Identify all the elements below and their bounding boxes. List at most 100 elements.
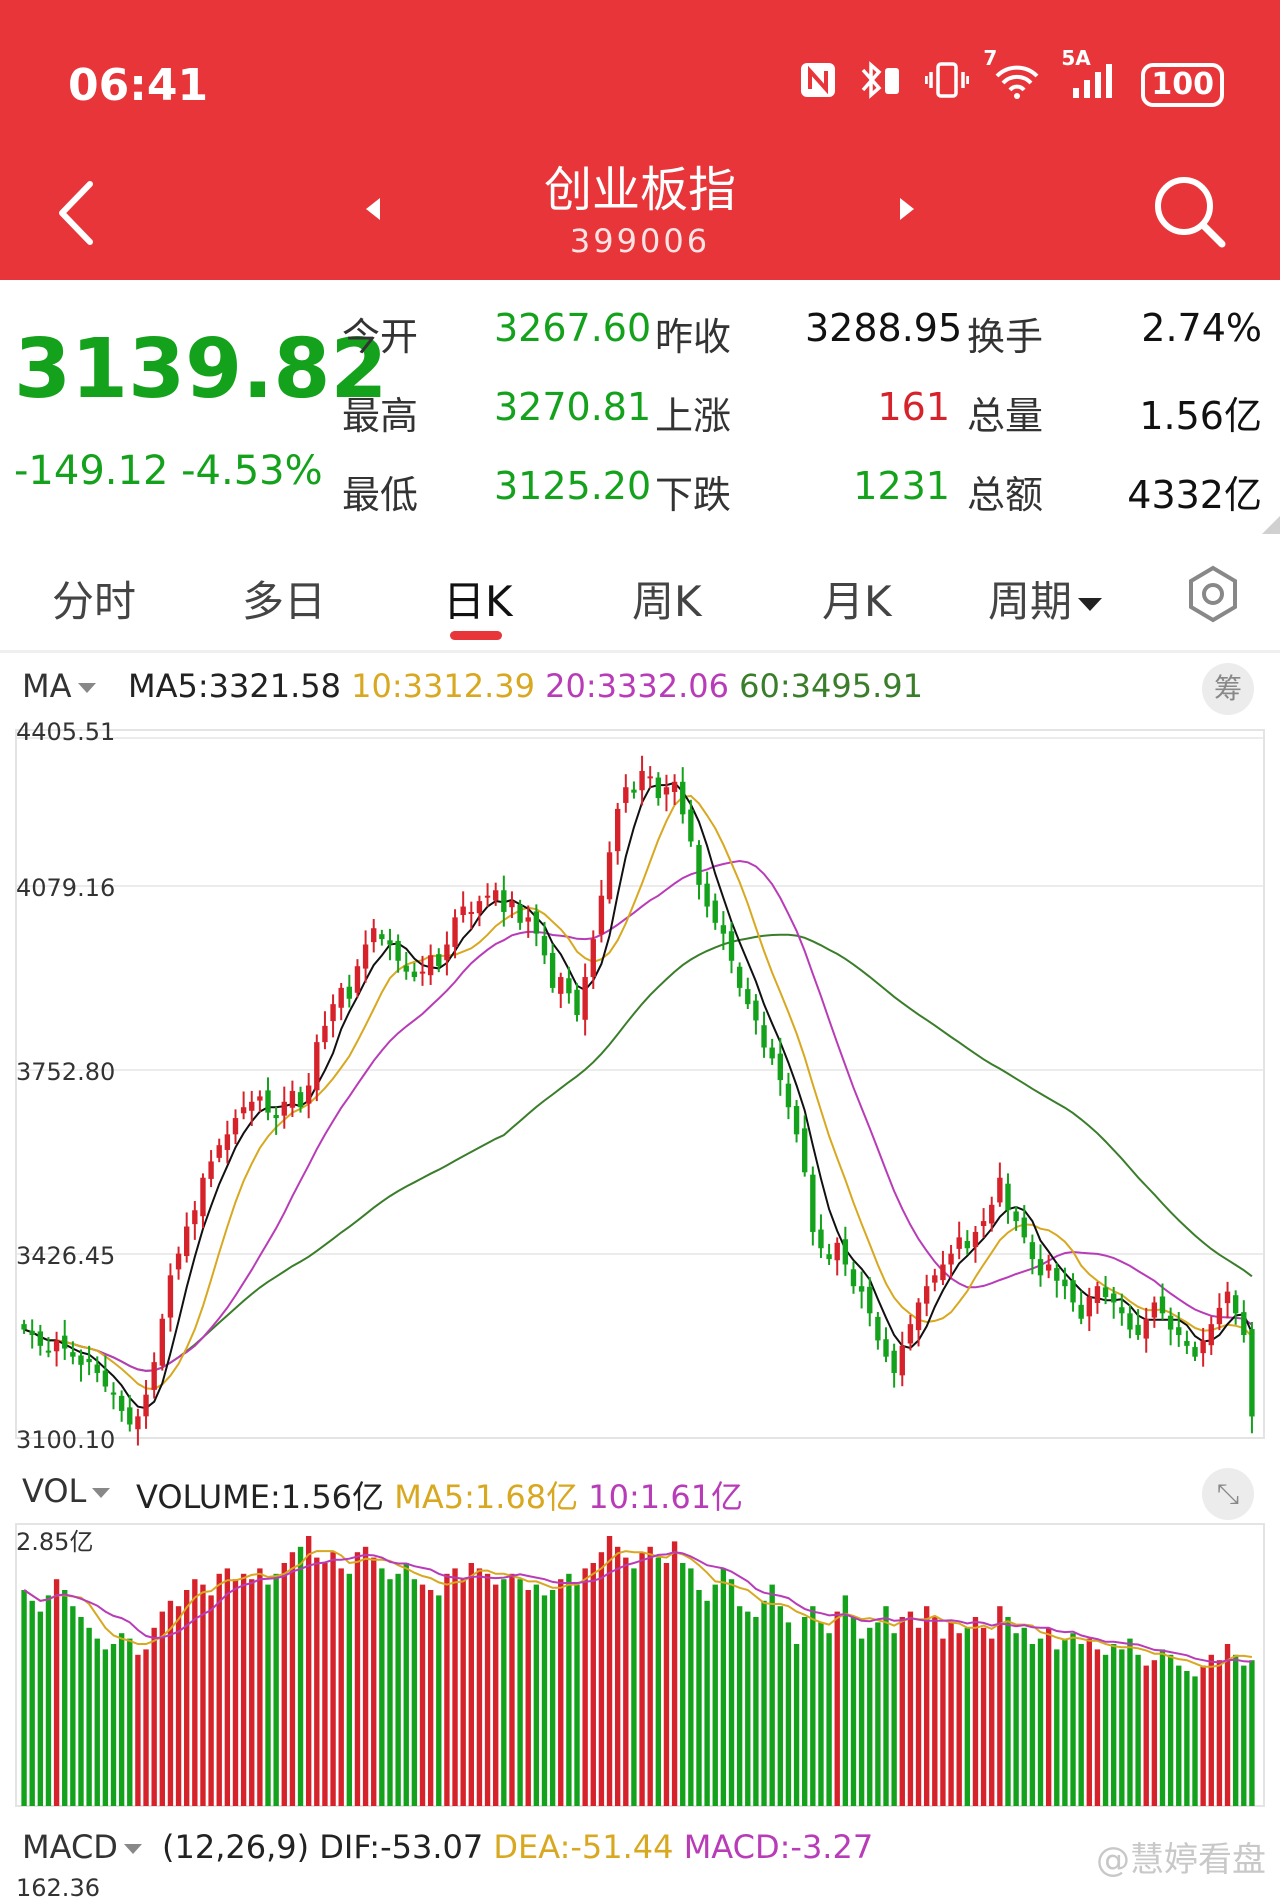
- candle-body: [777, 1053, 783, 1081]
- candle-body: [476, 901, 483, 914]
- fullscreen-icon[interactable]: ⤡: [1202, 1468, 1254, 1520]
- candle-body: [265, 1090, 271, 1113]
- volume-bar: [647, 1546, 653, 1806]
- tab-multi-day[interactable]: 多日: [242, 568, 326, 629]
- volume-bar: [110, 1644, 117, 1806]
- candle: [167, 1263, 174, 1332]
- candlestick-chart[interactable]: [0, 718, 1280, 1448]
- tab-weekly-k[interactable]: 周K: [632, 568, 702, 629]
- tab-daily-k[interactable]: 日K: [443, 568, 513, 629]
- volume-bar: [680, 1563, 686, 1806]
- volume-bar: [29, 1600, 35, 1806]
- candle-body: [517, 904, 523, 923]
- search-icon[interactable]: [1150, 172, 1230, 252]
- volume-bar: [850, 1617, 857, 1806]
- candle: [1241, 1300, 1247, 1343]
- candle: [1037, 1244, 1044, 1287]
- candle-body: [192, 1210, 198, 1225]
- ma5-value: MA5:3321.58: [128, 667, 341, 705]
- candle: [598, 879, 605, 943]
- price-change: -149.12 -4.53%: [14, 448, 323, 494]
- tab-monthly-k[interactable]: 月K: [822, 568, 892, 629]
- candle: [842, 1226, 849, 1276]
- volume-chart[interactable]: [0, 1520, 1280, 1810]
- volume-bar: [736, 1606, 743, 1806]
- ma10-value: 10:3312.39: [351, 667, 535, 705]
- candle: [834, 1237, 840, 1276]
- wifi-label: 7: [983, 46, 998, 70]
- candle-body: [1216, 1307, 1223, 1325]
- volume-bar: [45, 1595, 52, 1806]
- candle-body: [1111, 1293, 1117, 1303]
- candle-body: [663, 787, 670, 795]
- tab-period[interactable]: 周期: [988, 568, 1103, 629]
- price-axis-tick: 3752.80: [16, 1058, 116, 1086]
- tab-intraday[interactable]: 分时: [52, 568, 136, 629]
- volume-bar: [118, 1633, 125, 1806]
- volume-bar: [566, 1573, 572, 1806]
- macd-selector[interactable]: MACD: [22, 1828, 142, 1866]
- volume-bar: [143, 1649, 149, 1806]
- volume-bar: [37, 1611, 44, 1806]
- candle-body: [728, 931, 735, 961]
- label-prev-close: 昨收: [655, 315, 732, 359]
- volume-bar: [281, 1563, 287, 1806]
- price-axis-tick: 3426.45: [16, 1242, 116, 1270]
- candle-body: [1094, 1286, 1101, 1304]
- candle: [753, 994, 759, 1035]
- volume-bar: [663, 1563, 670, 1806]
- ma-selector[interactable]: MA: [22, 667, 96, 705]
- candle-body: [1192, 1347, 1198, 1357]
- volume-bar: [574, 1584, 580, 1806]
- volume-bar: [493, 1584, 499, 1806]
- candle-body: [305, 1085, 312, 1104]
- candle-body: [533, 911, 540, 934]
- volume-bar: [696, 1590, 702, 1806]
- ma5-line: [23, 781, 1253, 1410]
- candle-body: [997, 1177, 1003, 1203]
- candle: [62, 1319, 68, 1360]
- candle-body: [249, 1101, 255, 1111]
- chip-distribution-button[interactable]: 筹: [1202, 663, 1254, 715]
- candle: [330, 994, 336, 1038]
- candle-body: [1013, 1211, 1019, 1222]
- dropdown-icon: [123, 1844, 142, 1854]
- volume-bar: [1192, 1676, 1198, 1806]
- candle: [1054, 1263, 1060, 1298]
- candle: [403, 951, 409, 980]
- volume-ma10: 10:1.61亿: [588, 1478, 744, 1516]
- candle: [574, 983, 580, 1022]
- volume-bar: [102, 1649, 109, 1806]
- volume-bar: [802, 1617, 808, 1806]
- candle-body: [362, 944, 369, 969]
- expand-corner-icon[interactable]: [1262, 516, 1280, 534]
- macd-selector-label: MACD: [22, 1828, 118, 1866]
- volume-bar: [1216, 1660, 1223, 1806]
- next-index-arrow-icon[interactable]: [900, 198, 914, 220]
- volume-bar: [53, 1579, 60, 1806]
- volume-bar: [728, 1579, 735, 1806]
- volume-bar: [899, 1617, 905, 1806]
- candle: [86, 1345, 92, 1376]
- candle: [704, 871, 710, 918]
- volume-bar: [590, 1563, 596, 1806]
- candle-body: [688, 809, 694, 842]
- candle: [728, 922, 735, 974]
- candle-body: [631, 789, 637, 793]
- candle: [810, 1166, 816, 1246]
- candle-body: [826, 1254, 832, 1260]
- candle-body: [712, 900, 718, 923]
- volume-bar: [558, 1579, 564, 1806]
- settings-icon[interactable]: [1184, 565, 1242, 623]
- candle: [793, 1100, 800, 1143]
- index-code: 399006: [569, 222, 711, 260]
- volume-bar: [484, 1573, 491, 1806]
- candle-body: [834, 1242, 840, 1261]
- volume-bar: [907, 1611, 914, 1806]
- volume-bar: [322, 1563, 328, 1806]
- volume-selector[interactable]: VOL: [22, 1472, 111, 1510]
- candle: [1005, 1173, 1011, 1224]
- candle: [1208, 1316, 1214, 1355]
- volume-bar: [980, 1627, 987, 1806]
- candle: [997, 1162, 1003, 1207]
